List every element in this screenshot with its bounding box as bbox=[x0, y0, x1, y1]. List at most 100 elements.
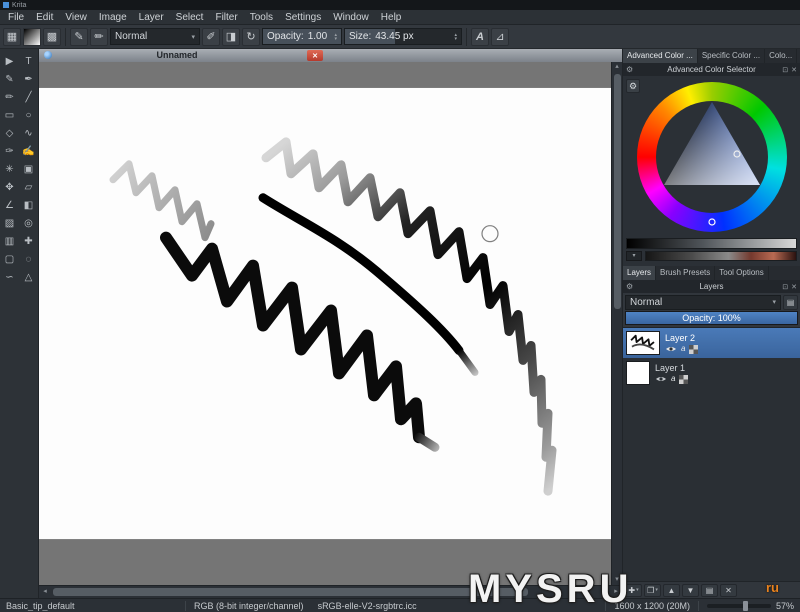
select-shapes-tool-icon[interactable]: ▶ bbox=[0, 53, 19, 70]
duplicate-layer-button[interactable]: ❐ ▾ bbox=[644, 583, 661, 597]
move-layer-up-button[interactable]: ▲ bbox=[663, 583, 680, 597]
transform-tool-icon[interactable]: ▱ bbox=[19, 179, 38, 196]
tab-advanced-color[interactable]: Advanced Color ... bbox=[623, 49, 698, 63]
scroll-up-icon[interactable]: ▴ bbox=[612, 62, 622, 72]
layers-docker-close-icon[interactable]: ✕ bbox=[791, 283, 797, 291]
reload-preset-icon[interactable]: ↻ bbox=[242, 27, 260, 46]
delete-layer-button[interactable]: ✕ bbox=[720, 583, 737, 597]
freehand-brush-tool-icon[interactable]: ✑ bbox=[0, 143, 19, 160]
brush-editor-icon[interactable]: ✎ bbox=[70, 27, 88, 46]
vertical-scrollbar[interactable]: ▴ ▾ bbox=[611, 62, 622, 585]
gradient-tool-icon[interactable]: ▨ bbox=[0, 215, 19, 232]
crop-tool-icon[interactable]: ▣ bbox=[19, 161, 38, 178]
visibility-eye-icon[interactable] bbox=[655, 375, 667, 383]
spin-down-icon[interactable]: ▾ bbox=[334, 36, 337, 41]
advanced-color-selector[interactable]: ⚙ ▾ bbox=[623, 76, 800, 266]
calligraphy-tool-icon[interactable]: ✒ bbox=[19, 71, 38, 88]
blend-mode-combo[interactable]: Normal ▾ bbox=[110, 28, 200, 45]
layer-properties-button[interactable]: ▤ bbox=[701, 583, 718, 597]
alpha-lock-icon[interactable]: a bbox=[681, 345, 685, 353]
layer-row-layer-2[interactable]: Layer 2 a bbox=[623, 328, 800, 358]
opacity-spinbox[interactable]: Opacity: 1.00 ▴ ▾ bbox=[262, 28, 342, 45]
line-tool-icon[interactable]: ╱ bbox=[19, 89, 38, 106]
menu-layer[interactable]: Layer bbox=[133, 12, 170, 23]
layer-row-layer-1[interactable]: Layer 1 a bbox=[623, 358, 800, 388]
assistant-tool-icon[interactable]: ✚ bbox=[19, 233, 38, 250]
menu-edit[interactable]: Edit bbox=[30, 12, 59, 23]
menu-view[interactable]: View bbox=[59, 12, 93, 23]
edit-shapes-tool-icon[interactable]: ✎ bbox=[0, 71, 19, 88]
ellipse-tool-icon[interactable]: ○ bbox=[19, 107, 38, 124]
layer-blend-mode-combo[interactable]: Normal ▾ bbox=[625, 294, 781, 310]
pencil-tool-icon[interactable]: ✏ bbox=[0, 89, 19, 106]
zoom-slider-thumb[interactable] bbox=[743, 600, 749, 611]
menu-settings[interactable]: Settings bbox=[279, 12, 327, 23]
canvas-artwork[interactable] bbox=[39, 62, 611, 585]
opacity-steppers[interactable]: ▴ ▾ bbox=[334, 32, 337, 41]
paintop-option-icon[interactable]: ✐ bbox=[202, 27, 220, 46]
measure-tool-icon[interactable]: ∠ bbox=[0, 197, 19, 214]
tab-layers[interactable]: Layers bbox=[623, 266, 657, 280]
color-docker-gear-icon[interactable]: ⚙ bbox=[626, 65, 633, 74]
spin-down-icon[interactable]: ▾ bbox=[454, 36, 457, 41]
menu-window[interactable]: Window bbox=[327, 12, 375, 23]
tab-brush-presets[interactable]: Brush Presets bbox=[656, 266, 716, 280]
mirror-vertical-icon[interactable]: ⊿ bbox=[491, 27, 509, 46]
mirror-horizontal-icon[interactable]: A bbox=[471, 27, 489, 46]
layer-opacity-slider[interactable]: Opacity: 100% bbox=[625, 311, 798, 325]
pattern-chooser-icon[interactable]: ▩ bbox=[43, 27, 61, 46]
menu-tools[interactable]: Tools bbox=[244, 12, 279, 23]
polyline-tool-icon[interactable]: ∿ bbox=[19, 125, 38, 142]
polygon-tool-icon[interactable]: ◇ bbox=[0, 125, 19, 142]
menu-filter[interactable]: Filter bbox=[209, 12, 243, 23]
visibility-eye-icon[interactable] bbox=[665, 345, 677, 353]
multibrush-tool-icon[interactable]: ✳ bbox=[0, 161, 19, 178]
alpha-checker-icon[interactable] bbox=[689, 344, 699, 354]
document-titlebar[interactable]: Unnamed ✕ bbox=[39, 49, 622, 62]
horizontal-scroll-thumb[interactable] bbox=[53, 588, 529, 596]
tab-color-other[interactable]: Colo... bbox=[765, 49, 798, 63]
document-close-icon[interactable]: ✕ bbox=[307, 50, 323, 61]
shade-selector-strip[interactable] bbox=[626, 238, 797, 249]
sv-triangle[interactable] bbox=[637, 82, 787, 232]
tab-specific-color[interactable]: Specific Color ... bbox=[698, 49, 766, 63]
menu-select[interactable]: Select bbox=[170, 12, 210, 23]
size-spinbox[interactable]: Size: 43.45 px ▴ ▾ bbox=[344, 28, 462, 45]
select-freehand-tool-icon[interactable]: ∽ bbox=[0, 269, 19, 286]
fill-tool-icon[interactable]: ◧ bbox=[19, 197, 38, 214]
color-picker-tool-icon[interactable]: ◎ bbox=[19, 215, 38, 232]
scroll-left-icon[interactable]: ◂ bbox=[39, 586, 51, 598]
dynamic-brush-tool-icon[interactable]: ✍ bbox=[19, 143, 38, 160]
move-layer-down-button[interactable]: ▼ bbox=[682, 583, 699, 597]
canvas-viewport[interactable] bbox=[39, 62, 611, 585]
vertical-scroll-thumb[interactable] bbox=[613, 74, 621, 310]
color-docker-close-icon[interactable]: ✕ bbox=[791, 66, 797, 74]
selector-settings-icon[interactable]: ⚙ bbox=[626, 79, 640, 93]
menu-help[interactable]: Help bbox=[375, 12, 408, 23]
text-tool-icon[interactable]: T bbox=[19, 53, 38, 70]
eraser-mode-icon[interactable]: ◨ bbox=[222, 27, 240, 46]
menu-file[interactable]: File bbox=[2, 12, 30, 23]
brush-preset-icon[interactable]: ✏ bbox=[90, 27, 108, 46]
color-docker-float-icon[interactable]: ⊡ bbox=[782, 66, 788, 74]
tab-tool-options[interactable]: Tool Options bbox=[715, 266, 769, 280]
alpha-lock-icon[interactable]: a bbox=[671, 375, 675, 383]
layers-docker-float-icon[interactable]: ⊡ bbox=[782, 283, 788, 291]
chevron-down-icon: ▾ bbox=[636, 587, 639, 593]
select-polygonal-tool-icon[interactable]: △ bbox=[19, 269, 38, 286]
shade-options-dropdown[interactable]: ▾ bbox=[626, 251, 642, 261]
pattern-edit-tool-icon[interactable]: ▥ bbox=[0, 233, 19, 250]
minimal-shade-strip[interactable] bbox=[645, 251, 797, 261]
move-tool-icon[interactable]: ✥ bbox=[0, 179, 19, 196]
select-elliptical-tool-icon[interactable]: ◌ bbox=[19, 251, 38, 268]
alpha-checker-icon[interactable] bbox=[679, 374, 689, 384]
zoom-slider[interactable] bbox=[706, 600, 771, 611]
rectangle-tool-icon[interactable]: ▭ bbox=[0, 107, 19, 124]
select-rectangular-tool-icon[interactable]: ▢ bbox=[0, 251, 19, 268]
gradient-chooser-icon[interactable] bbox=[23, 27, 41, 46]
menu-image[interactable]: Image bbox=[93, 12, 133, 23]
size-steppers[interactable]: ▴ ▾ bbox=[454, 32, 457, 41]
workspace-chooser-icon[interactable]: ▦ bbox=[3, 27, 21, 46]
layer-list-options-icon[interactable]: ▤ bbox=[783, 294, 798, 310]
layers-docker-gear-icon[interactable]: ⚙ bbox=[626, 282, 633, 291]
